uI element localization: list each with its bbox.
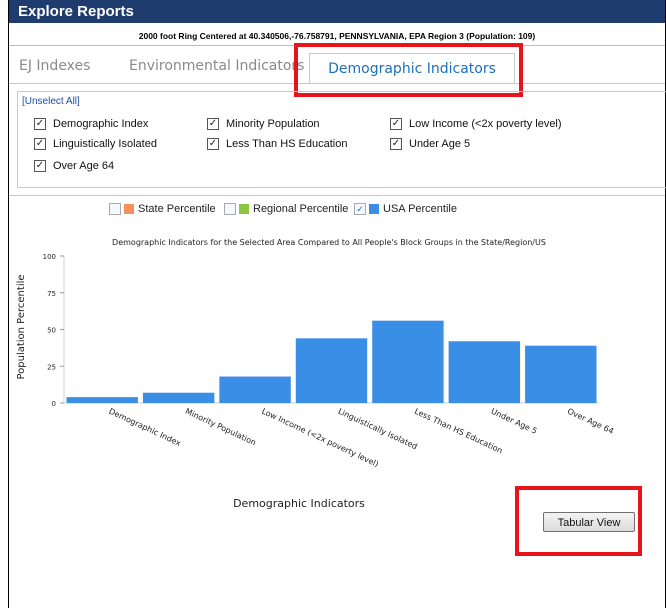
explore-reports-window: Explore Reports 2000 foot Ring Centered … (8, 0, 666, 608)
bar-demographic-index (66, 397, 138, 403)
bar-linguistically-isolated (295, 338, 368, 403)
x-tick-label: Minority Population (184, 407, 258, 448)
y-tick-label: 100 (43, 253, 56, 261)
tabular-view-button[interactable]: Tabular View (543, 512, 635, 532)
chart-title: Demographic Indicators for the Selected … (112, 238, 546, 247)
y-tick-label: 25 (47, 363, 56, 371)
y-tick-label: 0 (52, 400, 56, 408)
x-tick-label: Under Age 5 (490, 407, 539, 436)
x-tick-label: Over Age 64 (566, 407, 615, 436)
bar-low-income-2x-poverty-level- (219, 376, 291, 403)
bar-minority-population (142, 392, 215, 403)
bar-under-age-5 (448, 341, 521, 403)
x-tick-label: Linguistically Isolated (337, 407, 419, 452)
y-tick-label: 75 (47, 290, 56, 298)
y-axis-label: Population Percentile (16, 274, 27, 379)
bar-less-than-hs-education (372, 320, 444, 403)
x-axis-label: Demographic Indicators (233, 497, 365, 510)
x-tick-label: Demographic Index (107, 407, 182, 448)
bar-over-age-64 (525, 345, 597, 403)
y-tick-label: 50 (47, 327, 56, 335)
